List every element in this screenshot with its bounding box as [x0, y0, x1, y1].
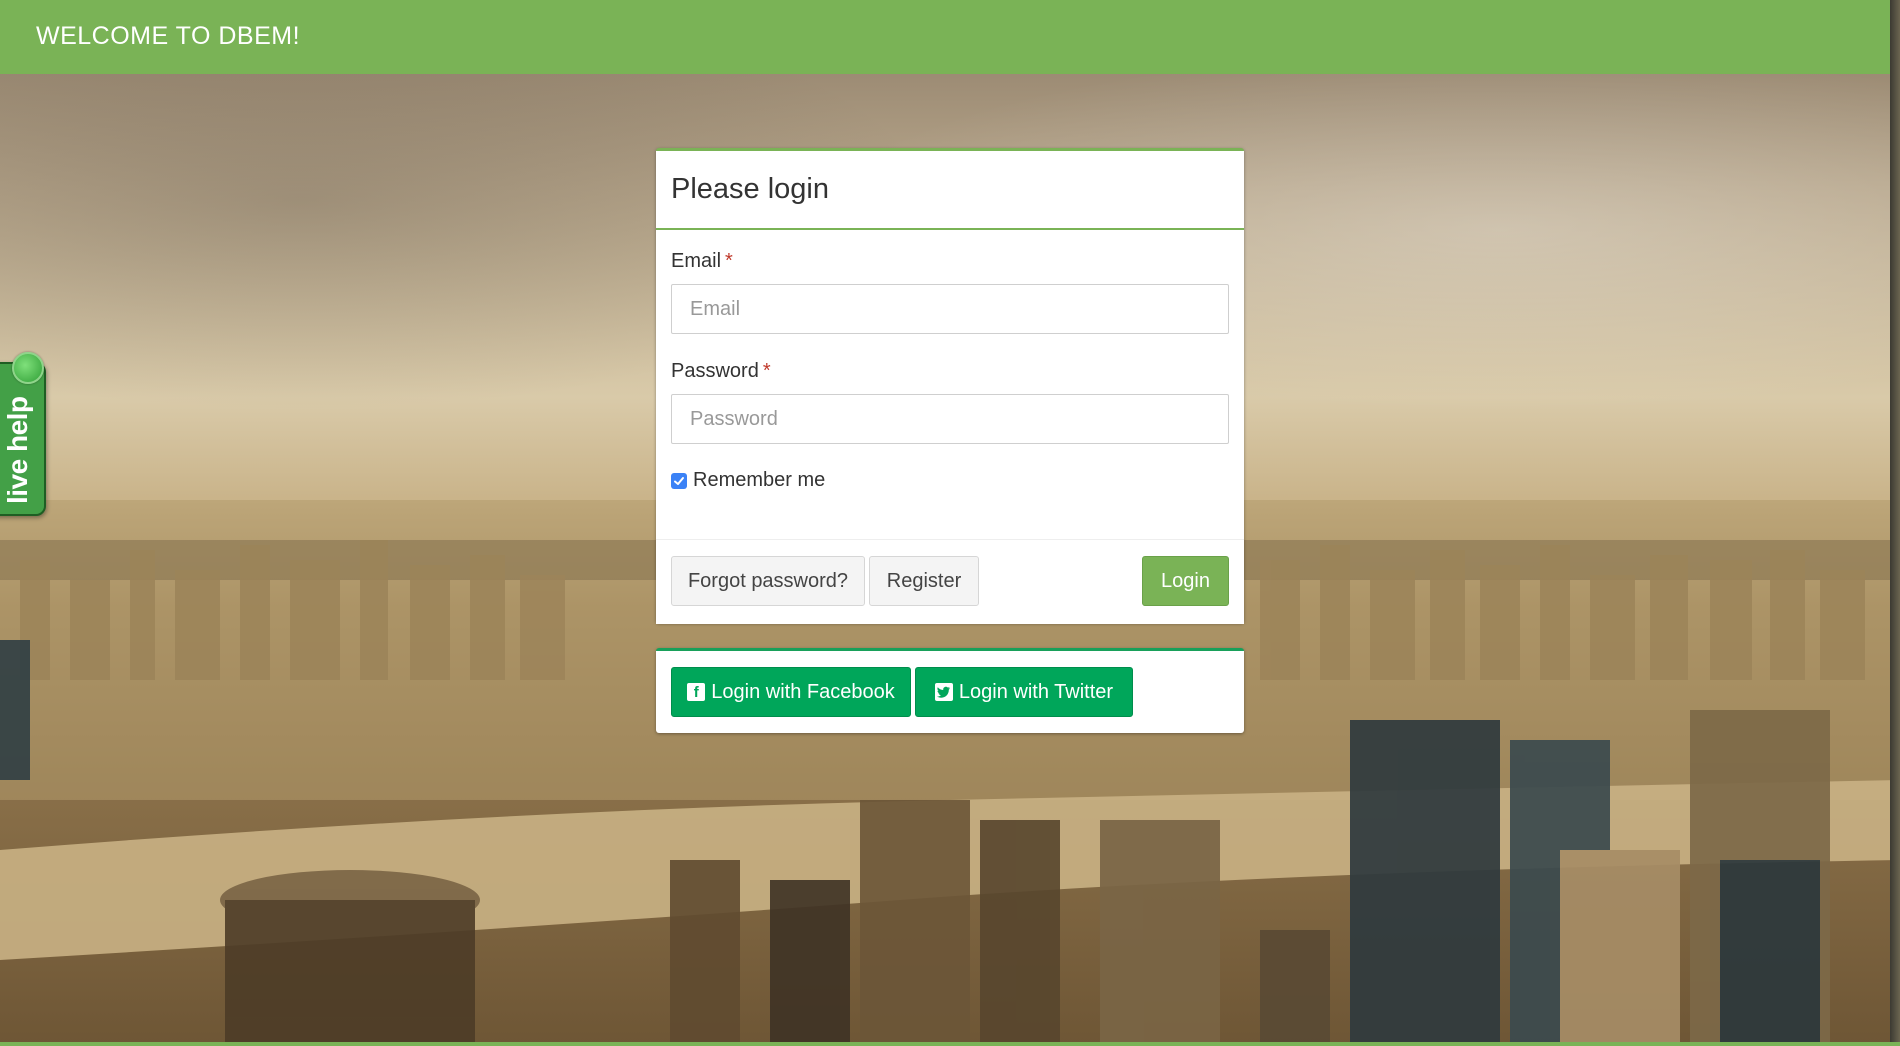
remember-me-checkbox[interactable]	[671, 472, 687, 489]
forgot-password-label: Forgot password?	[687, 569, 849, 592]
register-label: Register	[886, 569, 962, 592]
email-required-marker: *	[725, 250, 733, 272]
login-label: Login	[1161, 569, 1210, 592]
facebook-button-label: Login with Facebook	[711, 680, 895, 703]
login-with-twitter-button[interactable]: Login with Twitter	[915, 667, 1133, 717]
login-with-facebook-button[interactable]: f Login with Facebook	[671, 667, 911, 717]
password-field[interactable]	[671, 394, 1229, 444]
email-label: Email *	[671, 250, 733, 273]
twitter-button-label: Login with Twitter	[958, 680, 1114, 703]
twitter-bird-glyph	[936, 686, 950, 698]
login-panel-footer: Forgot password? Register Login	[656, 539, 1244, 624]
social-login-panel: f Login with Facebook Login with Twitter	[656, 648, 1244, 733]
password-label: Password *	[671, 360, 771, 383]
login-button[interactable]: Login	[1142, 556, 1229, 606]
email-label-text: Email	[671, 250, 722, 272]
password-required-marker: *	[762, 360, 771, 382]
twitter-icon	[934, 683, 953, 701]
login-panel-header: Please login	[656, 151, 1244, 230]
login-panel-title: Please login	[671, 173, 829, 205]
vertical-scrollbar[interactable]	[1890, 0, 1900, 1046]
top-header-bar: WELCOME TO DBEM!	[0, 0, 1890, 74]
live-help-tab[interactable]: live help	[0, 352, 46, 516]
login-panel: Please login Email* Password* Remember m…	[656, 148, 1244, 624]
remember-me-label: Remember me	[693, 469, 826, 491]
page-title: WELCOME TO DBEM!	[36, 22, 301, 50]
email-field[interactable]	[671, 284, 1229, 334]
remember-me-row[interactable]: Remember me	[671, 469, 825, 492]
password-label-text: Password	[671, 360, 759, 382]
live-help-label: live help	[2, 396, 33, 504]
register-button[interactable]: Register	[869, 556, 979, 606]
online-status-icon	[12, 352, 44, 384]
facebook-icon: f	[687, 683, 706, 701]
checkmark-icon	[674, 476, 684, 485]
bottom-accent-bar	[0, 1042, 1900, 1046]
forgot-password-button[interactable]: Forgot password?	[671, 556, 865, 606]
